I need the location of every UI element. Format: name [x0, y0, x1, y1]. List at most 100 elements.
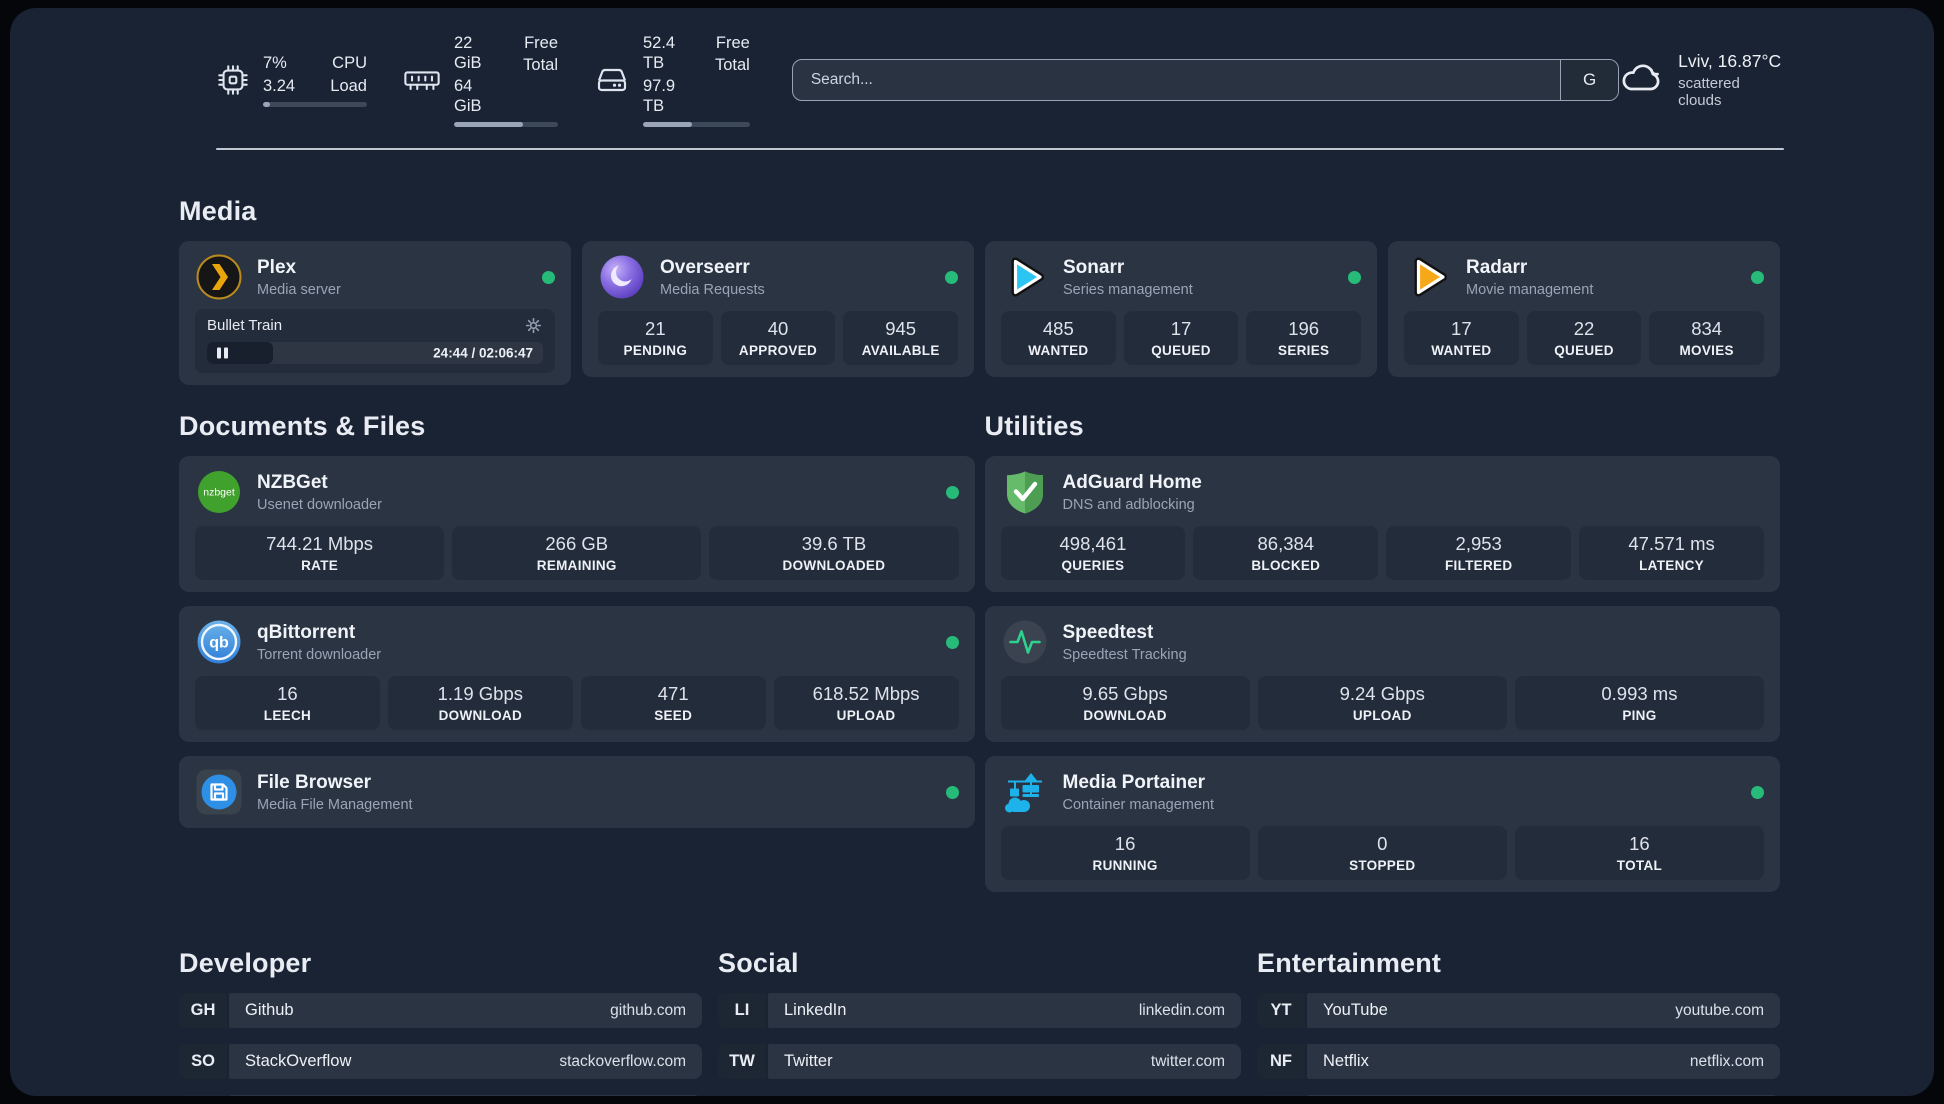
app-description: DNS and adblocking: [1062, 496, 1195, 513]
stat-tile-queued: 22 QUEUED: [1526, 311, 1642, 365]
app-card-adguard-home[interactable]: AdGuard Home DNS and adblocking 498,461 QUE…: [984, 456, 1780, 592]
stat-tile-series: 196 SERIES: [1246, 311, 1362, 365]
app-title: AdGuard Home: [1062, 471, 1202, 493]
status-dot: [1348, 270, 1361, 284]
link-youtube[interactable]: YT YouTube youtube.com: [1257, 993, 1780, 1028]
app-description: Movie management: [1466, 281, 1594, 298]
app-card-radarr[interactable]: Radarr Movie management 17 WANTED 22 QUEUED 83…: [1388, 241, 1780, 377]
status-dot: [945, 485, 959, 499]
gear-icon[interactable]: [524, 316, 543, 335]
stat-tile-stopped: 0 STOPPED: [1257, 826, 1507, 880]
stat-tile-download: 1.19 Gbps DOWNLOAD: [387, 676, 573, 730]
stat-label: Free: [524, 34, 558, 53]
link-twitter[interactable]: TW Twitter twitter.com: [718, 1044, 1241, 1079]
section-utilities: Utilities AdGuard Home DNS and adblocking…: [984, 411, 1780, 892]
stat-tile-latency: 47.571 ms LATENCY: [1579, 526, 1764, 580]
radarr-icon: [1404, 253, 1452, 301]
app-card-header: qb qBittorrent Torrent downloader: [195, 618, 959, 666]
app-title: Media Portainer: [1062, 771, 1206, 793]
section-title-documents: Documents & Files: [179, 411, 426, 441]
link-abbreviation: DT: [179, 1095, 227, 1096]
link-abbreviation: YT: [1257, 993, 1305, 1028]
stat-tile-rate: 744.21 Mbps RATE: [195, 526, 445, 580]
app-card-media-portainer[interactable]: Media Portainer Container management 16 RUN…: [984, 756, 1780, 892]
app-card-speedtest[interactable]: Speedtest Speedtest Tracking 9.65 Gbps DOWN…: [984, 606, 1780, 742]
svg-text:nzbget: nzbget: [203, 487, 235, 499]
stat-value: 22 GiB: [454, 34, 482, 73]
app-card-titles: AdGuard Home DNS and adblocking: [1063, 472, 1202, 513]
adguard-icon: [1001, 468, 1049, 516]
link-abbreviation: GH: [179, 993, 227, 1028]
stat-tile-value: 22: [1573, 318, 1595, 339]
stat-tile-label: BLOCKED: [1251, 558, 1321, 573]
link-url: stackoverflow.com: [559, 1052, 686, 1070]
stat-tile-label: MOVIES: [1679, 343, 1734, 358]
status-dot: [945, 635, 959, 649]
stat-values: 52.4 TB 97.9 TB: [643, 33, 693, 116]
stat-value: 52.4 TB: [643, 34, 676, 73]
app-card-header: nzbget NZBGet Usenet downloader: [195, 468, 959, 516]
stat-tile-label: WANTED: [1431, 343, 1492, 358]
stat-tile-value: 47.571 ms: [1628, 533, 1715, 554]
stat-tile-label: PENDING: [623, 343, 688, 358]
app-title: Radarr: [1466, 256, 1528, 278]
app-card-overseerr[interactable]: Overseerr Media Requests 21 PENDING 40 APPROV…: [582, 241, 974, 377]
app-card-titles: Speedtest Speedtest Tracking: [1063, 622, 1187, 663]
stat-tile-value: 0.993 ms: [1601, 683, 1678, 704]
stat-tile-value: 16: [277, 683, 298, 704]
stat-tile-seed: 471 SEED: [580, 676, 766, 730]
section-title-utilities: Utilities: [984, 411, 1084, 441]
pause-icon[interactable]: [217, 347, 228, 359]
app-card-qbittorrent[interactable]: qb qBittorrent Torrent downloader 16 LEECH 1.…: [179, 606, 975, 742]
app-card-header: Media Portainer Container management: [1001, 768, 1764, 816]
qbittorrent-icon: qb: [195, 618, 243, 666]
link-github[interactable]: GH Github github.com: [179, 993, 702, 1028]
stat-tile-value: 86,384: [1257, 533, 1315, 554]
nzbget-icon: nzbget: [195, 468, 243, 516]
app-title: File Browser: [257, 771, 372, 793]
stat-tile-leech: 16 LEECH: [195, 676, 380, 730]
stat-tiles: 9.65 Gbps DOWNLOAD 9.24 Gbps UPLOAD 0.993 ms…: [1000, 676, 1765, 730]
app-card-header: Overseerr Media Requests: [598, 253, 958, 301]
section-title-media: Media: [179, 196, 257, 226]
stat-tile-filtered: 2,953 FILTERED: [1386, 526, 1572, 580]
search-input[interactable]: [792, 60, 1561, 100]
link-abbreviation: LI: [718, 993, 766, 1028]
search-bar: G: [791, 59, 1620, 101]
stat-tile-queries: 498,461 QUERIES: [1000, 526, 1186, 580]
link-url: github.com: [610, 1001, 686, 1019]
plex-icon: [195, 253, 243, 301]
link-list: LI LinkedIn linkedin.com TW Twitter twitter.c…: [718, 993, 1241, 1079]
link-abbreviation: TW: [718, 1044, 766, 1079]
link-linkedin[interactable]: LI LinkedIn linkedin.com: [718, 993, 1241, 1028]
link-stackoverflow[interactable]: SO StackOverflow stackoverflow.com: [179, 1044, 702, 1079]
link-list: YT YouTube youtube.com NF Netflix netflix.com…: [1257, 993, 1780, 1096]
app-title: NZBGet: [257, 471, 328, 493]
stat-tile-upload: 9.24 Gbps UPLOAD: [1257, 676, 1507, 730]
stat-tile-value: 21: [645, 318, 666, 339]
stat-tile-label: QUEUED: [1554, 343, 1614, 358]
stat-values: 7% 3.24: [263, 53, 295, 95]
weather-location-temp: Lviv, 16.87°C: [1678, 51, 1782, 71]
app-title: qBittorrent: [257, 621, 356, 643]
stat-tile-value: 744.21 Mbps: [266, 533, 374, 554]
app-card-sonarr[interactable]: Sonarr Series management 485 WANTED 17 QUEUED…: [985, 241, 1377, 377]
stat-value: 97.9 TB: [643, 76, 676, 115]
stat-tile-label: REMAINING: [536, 558, 617, 573]
link-name: Twitter: [784, 1052, 833, 1070]
stat-tile-label: RATE: [301, 558, 339, 573]
link-netflix[interactable]: NF Netflix netflix.com: [1257, 1044, 1780, 1079]
section-documents: Documents & Files nzbget NZBGet Usenet dow…: [179, 411, 975, 892]
link-reddit[interactable]: RERedditreddit.com: [1257, 1095, 1780, 1096]
app-card-nzbget[interactable]: nzbget NZBGet Usenet downloader 744.21 Mbps…: [179, 456, 975, 592]
stat-tile-value: 1.19 Gbps: [437, 683, 523, 704]
stat-tiles: 485 WANTED 17 QUEUED 196 SERIES: [1001, 311, 1362, 365]
search-engine-button[interactable]: G: [1560, 60, 1619, 100]
stat-tile-label: DOWNLOADED: [782, 558, 886, 573]
link-dev[interactable]: DTDEVdev.to: [179, 1095, 702, 1096]
stat-tile-label: SERIES: [1278, 343, 1330, 358]
stat-tile-ping: 0.993 ms PING: [1514, 676, 1765, 730]
now-playing-title: Bullet Train: [207, 317, 283, 334]
app-card-file-browser[interactable]: File Browser Media File Management: [179, 756, 975, 828]
app-card-plex[interactable]: Plex Media server Bullet Train 24:44 / 02:0…: [179, 241, 571, 385]
